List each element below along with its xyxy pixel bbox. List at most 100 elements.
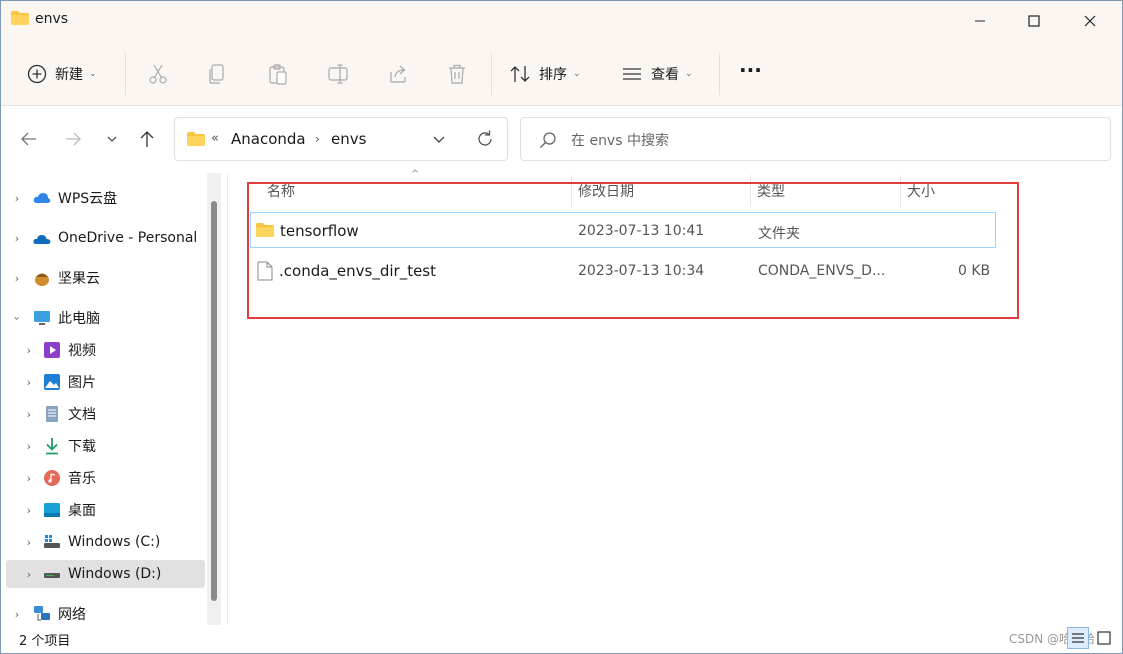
details-view-icon (1072, 633, 1084, 643)
maximize-icon (1028, 15, 1040, 27)
chevron-right-icon: › (26, 375, 32, 389)
new-button[interactable]: 新建 ⌄ (27, 59, 97, 89)
sidebar-item-videos[interactable]: › 视频 (1, 336, 205, 364)
minimize-button[interactable] (957, 1, 1003, 41)
sidebar-item-label: 图片 (68, 375, 96, 391)
cut-button[interactable] (145, 61, 171, 87)
breadcrumb-envs[interactable]: envs (331, 130, 366, 148)
title-bar[interactable]: envs (1, 1, 1122, 41)
chevron-down-icon (107, 136, 117, 142)
navigation-pane: › WPS云盘 › OneDrive - Personal › 坚果云 › 此电… (1, 173, 223, 625)
address-history-button[interactable] (431, 132, 447, 150)
rename-icon (328, 64, 348, 84)
drive-c-icon (44, 535, 60, 548)
paste-icon (269, 64, 287, 85)
sidebar-item-label: 视频 (68, 343, 96, 359)
view-label: 查看 (651, 67, 679, 83)
breadcrumb-separator: › (315, 132, 320, 146)
copy-icon (209, 64, 224, 84)
arrow-left-icon (21, 132, 36, 146)
pane-divider[interactable] (227, 173, 228, 625)
chevron-right-icon: › (26, 343, 32, 357)
file-explorer-window: envs 新建 ⌄ 排序 ⌄ 查看 ⌄ ··· « Anaconda › env… (0, 0, 1123, 654)
more-icon: ··· (739, 58, 762, 82)
sort-button[interactable]: 排序 ⌄ (509, 59, 581, 89)
sidebar-item-label: 此电脑 (58, 311, 100, 327)
share-icon (390, 65, 406, 83)
chevron-right-icon: › (14, 191, 20, 205)
chevron-down-icon (433, 136, 445, 143)
sidebar-item-downloads[interactable]: › 下载 (1, 432, 205, 460)
sidebar-item-label: 下载 (68, 439, 96, 455)
wps-cloud-icon (33, 193, 51, 203)
sidebar-item-drive-c[interactable]: › Windows (C:) (1, 528, 205, 556)
sort-icon (510, 66, 530, 82)
close-button[interactable] (1067, 1, 1113, 41)
sidebar-item-drive-d[interactable]: › Windows (D:) (6, 560, 205, 588)
sidebar-item-this-pc[interactable]: › 此电脑 (1, 304, 205, 332)
sidebar-item-documents[interactable]: › 文档 (1, 400, 205, 428)
tiles-view-button[interactable] (1093, 627, 1115, 649)
downloads-icon (46, 438, 58, 455)
folder-icon (187, 132, 205, 146)
network-icon (34, 606, 50, 621)
arrow-up-icon (140, 131, 154, 147)
delete-button[interactable] (444, 61, 470, 87)
refresh-icon (478, 130, 492, 146)
view-button[interactable]: 查看 ⌄ (621, 59, 693, 89)
sidebar-item-label: Windows (D:) (68, 566, 162, 582)
sidebar-item-label: 坚果云 (58, 271, 100, 287)
sidebar-item-onedrive[interactable]: › OneDrive - Personal (1, 224, 205, 252)
sidebar-item-label: 文档 (68, 407, 96, 423)
desktop-icon (44, 503, 60, 517)
maximize-button[interactable] (1011, 1, 1057, 41)
search-icon (540, 132, 556, 148)
breadcrumb-anaconda[interactable]: Anaconda (231, 130, 306, 148)
sidebar-item-label: 网络 (58, 607, 86, 623)
sidebar-item-pictures[interactable]: › 图片 (1, 368, 205, 396)
sidebar-item-nutstore[interactable]: › 坚果云 (1, 264, 205, 292)
music-icon (44, 470, 60, 486)
arrow-right-icon (66, 132, 81, 146)
search-placeholder: 在 envs 中搜索 (571, 133, 669, 149)
toolbar-divider (491, 53, 492, 95)
cut-icon (149, 64, 167, 84)
rename-button[interactable] (325, 61, 351, 87)
forward-button[interactable] (59, 125, 87, 153)
copy-button[interactable] (204, 61, 230, 87)
new-label: 新建 (55, 67, 83, 83)
refresh-button[interactable] (475, 129, 495, 153)
sidebar-item-label: WPS云盘 (58, 191, 118, 207)
breadcrumb-overflow[interactable]: « (211, 131, 219, 146)
back-button[interactable] (15, 125, 43, 153)
recent-locations-button[interactable] (98, 125, 126, 153)
chevron-right-icon: › (26, 407, 32, 421)
chevron-right-icon: › (14, 271, 20, 285)
sidebar-item-desktop[interactable]: › 桌面 (1, 496, 205, 524)
sidebar-item-wps-cloud[interactable]: › WPS云盘 (1, 184, 205, 212)
paste-button[interactable] (265, 61, 291, 87)
share-button[interactable] (385, 61, 411, 87)
window-title: envs (35, 11, 69, 27)
sidebar-item-network[interactable]: › 网络 (1, 600, 205, 628)
onedrive-icon (33, 234, 51, 244)
address-bar[interactable]: « Anaconda › envs (174, 117, 508, 161)
chevron-right-icon: › (14, 607, 20, 621)
chevron-right-icon: › (26, 503, 32, 517)
view-icon (623, 68, 641, 80)
chevron-right-icon: › (14, 231, 20, 245)
command-bar: 新建 ⌄ 排序 ⌄ 查看 ⌄ ··· (1, 41, 1122, 106)
sidebar-item-label: 音乐 (68, 471, 96, 487)
chevron-right-icon: › (26, 439, 32, 453)
chevron-right-icon: › (26, 567, 32, 581)
close-icon (1084, 15, 1096, 27)
up-button[interactable] (133, 125, 161, 153)
pictures-icon (44, 374, 60, 390)
more-button[interactable]: ··· (739, 55, 762, 85)
details-view-button[interactable] (1067, 627, 1089, 649)
status-item-count: 2 个项目 (19, 634, 71, 649)
chevron-down-icon: ⌄ (685, 69, 693, 79)
search-box[interactable]: 在 envs 中搜索 (520, 117, 1111, 161)
sidebar-item-label: 桌面 (68, 503, 96, 519)
sidebar-item-music[interactable]: › 音乐 (1, 464, 205, 492)
